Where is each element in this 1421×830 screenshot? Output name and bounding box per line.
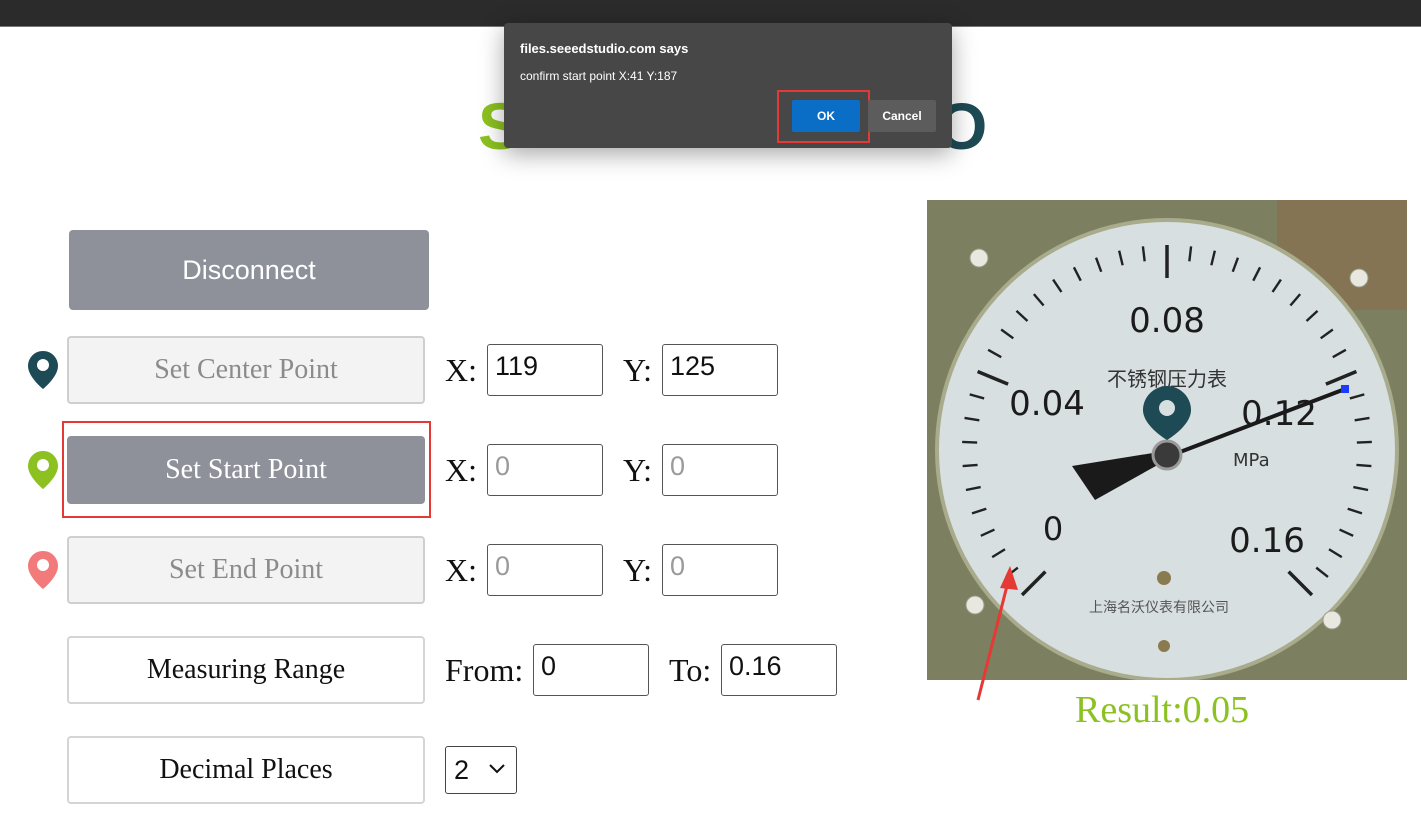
start-y-input[interactable]: 0 xyxy=(662,444,778,496)
center-x-input[interactable]: 119 xyxy=(487,344,603,396)
dialog-ok-button[interactable]: OK xyxy=(792,100,860,132)
gauge-tick xyxy=(1356,440,1372,444)
start-y-label: Y: xyxy=(623,452,653,488)
chevron-down-icon xyxy=(489,764,505,774)
gauge-label-max: 0.16 xyxy=(1229,521,1305,561)
range-from-input[interactable]: 0 xyxy=(533,644,649,696)
end-y-input[interactable]: 0 xyxy=(662,544,778,596)
range-to-label: To: xyxy=(669,652,712,688)
set-end-point-button[interactable]: Set End Point xyxy=(67,536,425,604)
measuring-range-label-box: Measuring Range xyxy=(67,636,425,704)
set-start-point-button[interactable]: Set Start Point xyxy=(67,436,425,504)
end-x-label: X: xyxy=(445,552,477,588)
center-point-pin-icon xyxy=(28,351,58,389)
gauge-tick xyxy=(962,463,978,468)
start-point-pin-icon xyxy=(28,451,58,489)
disconnect-button[interactable]: Disconnect xyxy=(69,230,429,310)
decimal-places-label-box: Decimal Places xyxy=(67,736,425,804)
gauge-label-zero: 0 xyxy=(1043,510,1063,548)
end-x-input[interactable]: 0 xyxy=(487,544,603,596)
dialog-title: files.seeedstudio.com says xyxy=(520,41,689,56)
gauge-label-top: 0.08 xyxy=(1129,301,1205,341)
center-x-label: X: xyxy=(445,352,477,388)
gauge-maker-text: 上海名沃仪表有限公司 xyxy=(1089,600,1229,616)
decimal-places-select[interactable]: 2 xyxy=(445,746,517,794)
decimal-places-selected-value: 2 xyxy=(454,754,470,785)
gauge-tick xyxy=(962,440,978,444)
center-y-label: Y: xyxy=(623,352,653,388)
gauge-unit-label: MPa xyxy=(1233,450,1270,471)
gauge-hub xyxy=(1151,439,1183,471)
center-y-input[interactable]: 125 xyxy=(662,344,778,396)
annotation-arrow-icon xyxy=(976,566,1018,701)
end-point-pin-icon xyxy=(28,551,58,589)
confirm-dialog: files.seeedstudio.com says confirm start… xyxy=(504,23,952,148)
result-text: Result:0.05 xyxy=(1075,689,1250,731)
end-marker-dot xyxy=(1341,385,1349,393)
range-to-input[interactable]: 0.16 xyxy=(721,644,837,696)
dialog-cancel-button[interactable]: Cancel xyxy=(868,100,936,132)
gauge-tick xyxy=(1356,463,1372,468)
start-x-label: X: xyxy=(445,452,477,488)
set-center-point-button[interactable]: Set Center Point xyxy=(67,336,425,404)
range-from-label: From: xyxy=(445,652,524,688)
start-x-input[interactable]: 0 xyxy=(487,444,603,496)
dialog-message: confirm start point X:41 Y:187 xyxy=(520,69,678,83)
end-y-label: Y: xyxy=(623,552,653,588)
gauge-label-left: 0.04 xyxy=(1009,384,1085,424)
